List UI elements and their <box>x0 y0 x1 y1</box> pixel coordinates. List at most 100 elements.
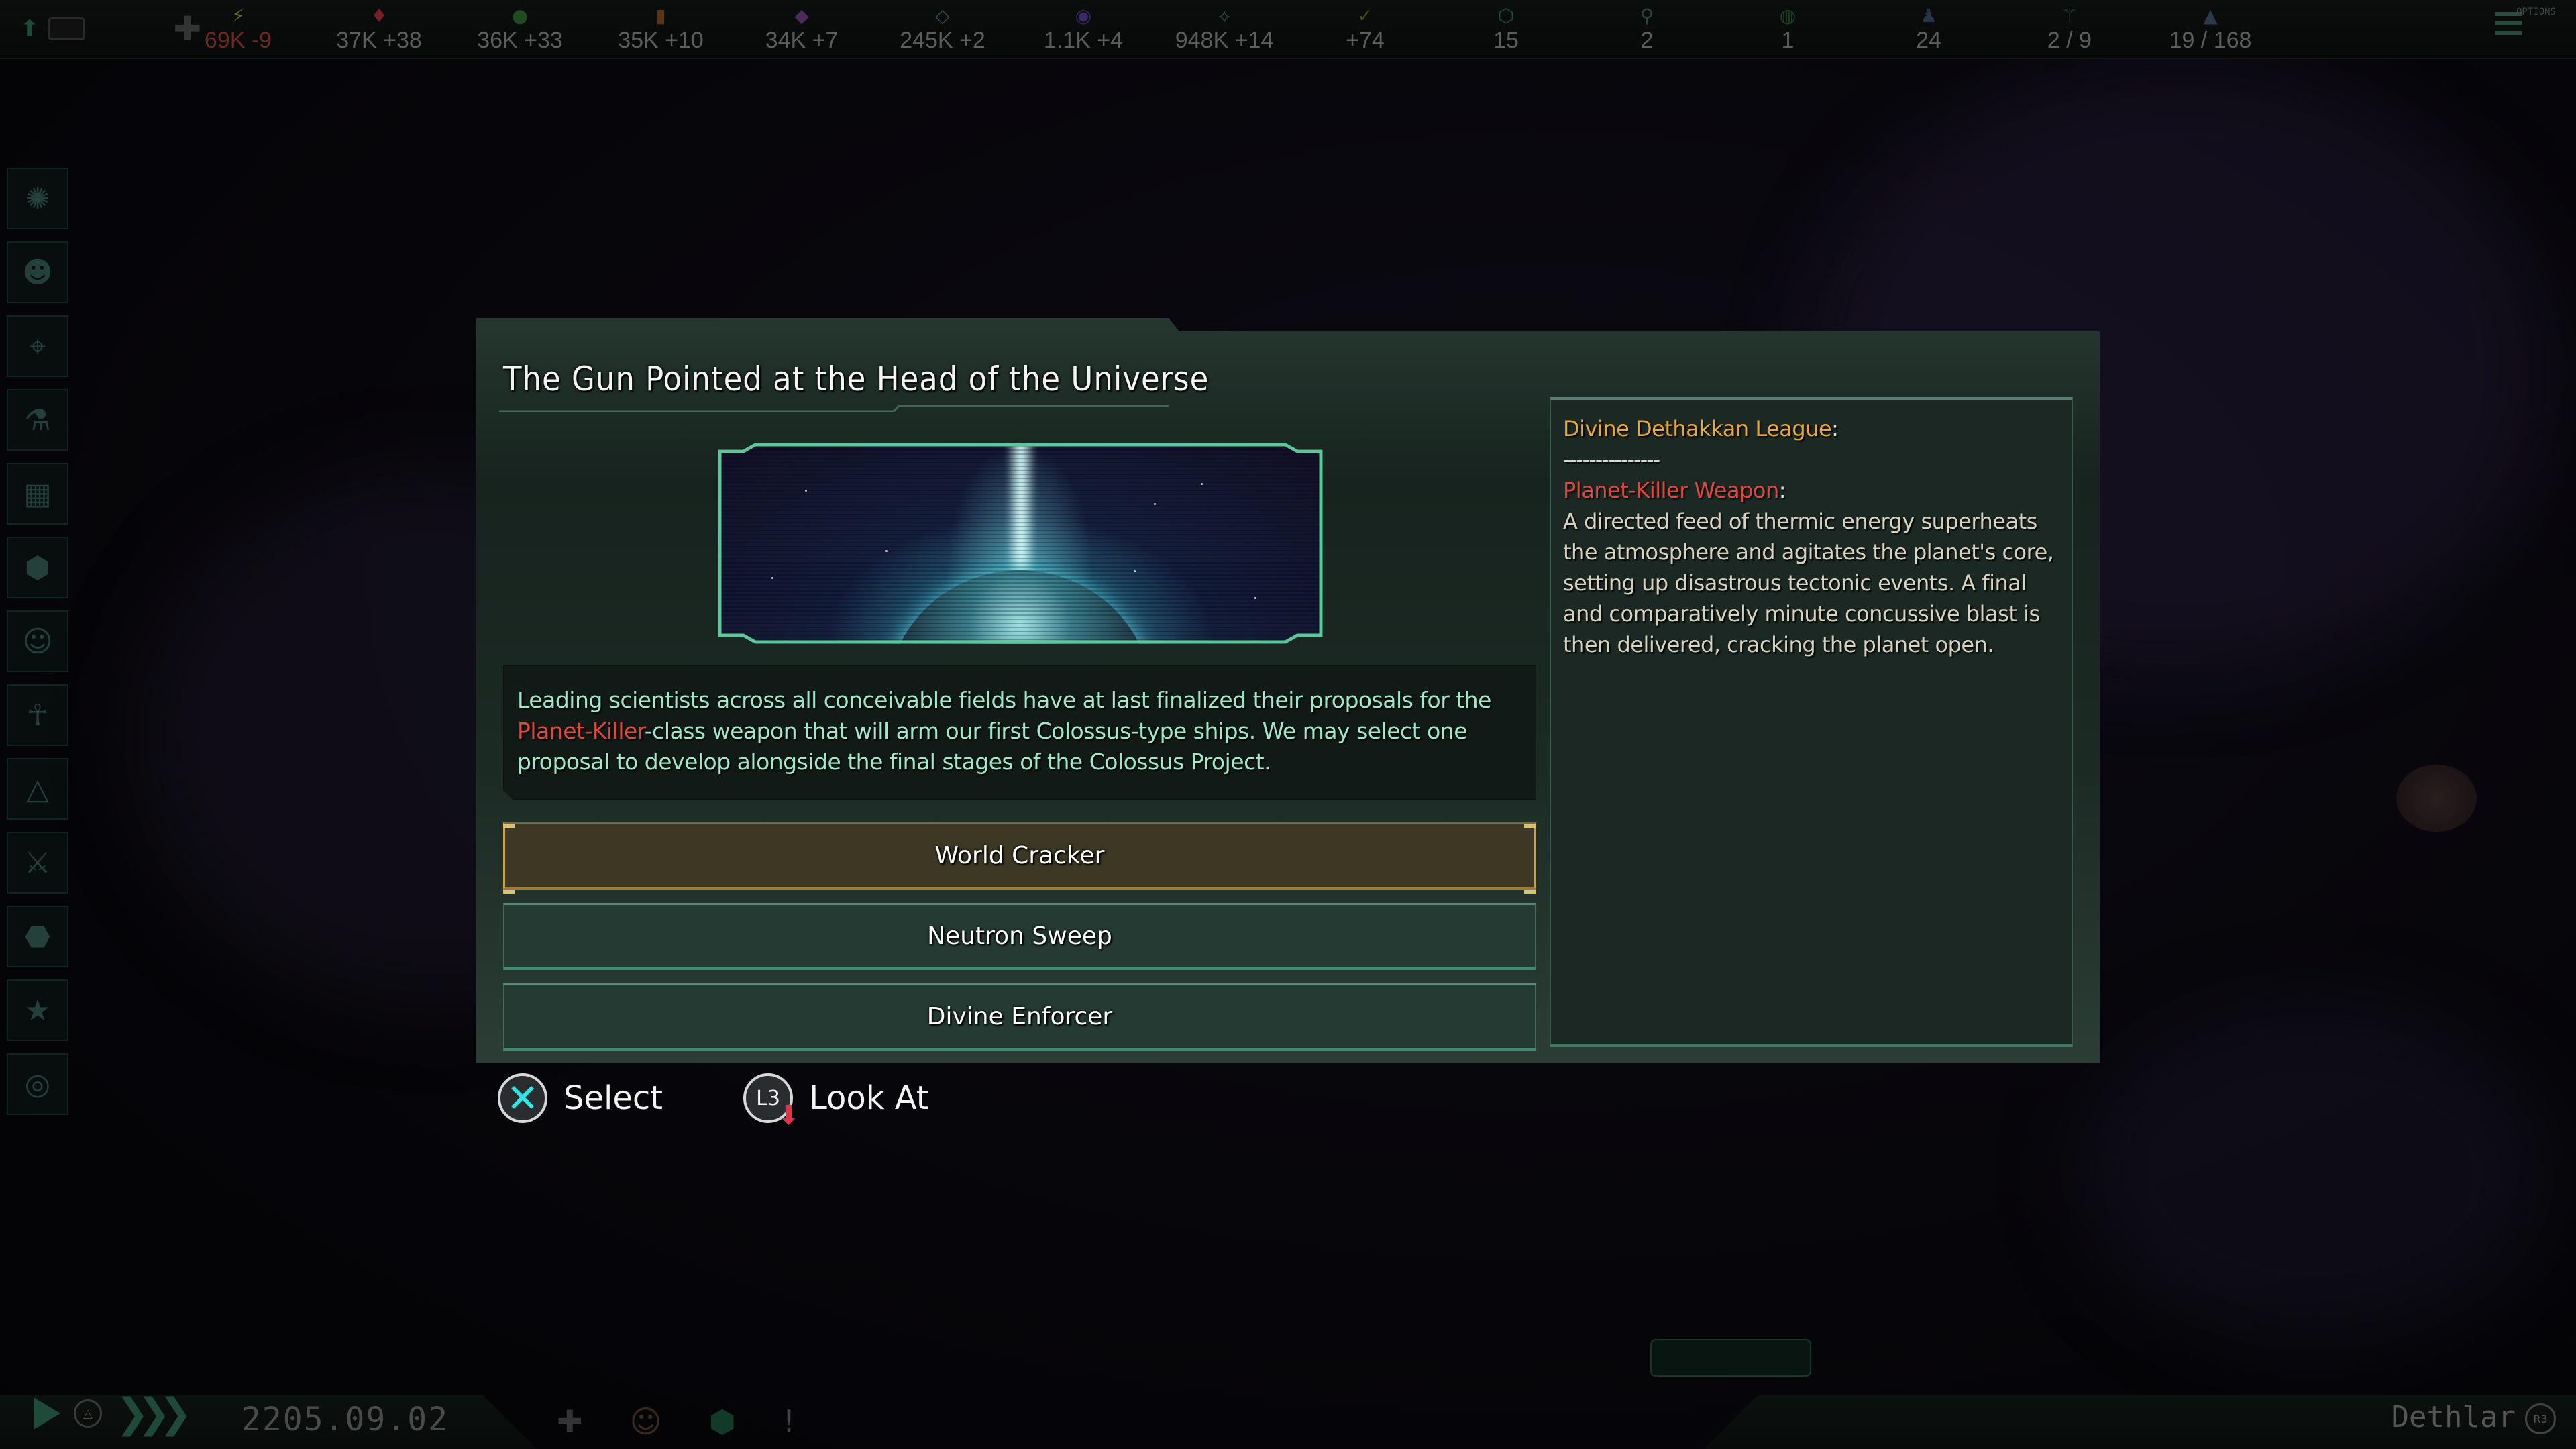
resource-stability[interactable]: ⚲ 2 <box>1576 0 1717 59</box>
pops-icon: ♟ <box>1920 4 1937 27</box>
resource-pops[interactable]: ♟ 24 <box>1858 0 1999 59</box>
empire-name[interactable]: Dethlar <box>2392 1400 2516 1434</box>
colon: : <box>1831 416 1839 441</box>
sidebar-item-leaders[interactable]: ☻ <box>7 241 68 303</box>
sidebar-item-government[interactable]: ✺ <box>7 168 68 229</box>
sidebar-item-planets[interactable]: ⌖ <box>7 315 68 377</box>
resource-energy[interactable]: ⚡ 69K -9 <box>168 0 309 59</box>
alert-icons: ✚ ☺ ⬢ ! <box>557 1403 795 1440</box>
description-text: Leading scientists across all conceivabl… <box>517 687 1491 713</box>
event-title: The Gun Pointed at the Head of the Unive… <box>503 360 1210 398</box>
resource-consumer-goods[interactable]: ▮ 35K +10 <box>590 0 731 59</box>
select-label: Select <box>564 1079 663 1117</box>
resource-amenities[interactable]: ⬡ 15 <box>1436 0 1576 59</box>
arrow-down-icon: ⬇ <box>777 1100 800 1131</box>
influence-value: 245K +2 <box>900 27 985 53</box>
technology-icon: ⚗ <box>24 402 51 437</box>
sidebar-item-traditions[interactable]: ★ <box>7 979 68 1041</box>
exclamation-alert-icon[interactable]: ! <box>783 1403 795 1440</box>
resource-starbases[interactable]: ⚚ 2 / 9 <box>1999 0 2140 59</box>
sidebar-item-sectors[interactable]: ⬣ <box>7 906 68 967</box>
sidebar-item-ship-designer[interactable]: ▦ <box>7 463 68 525</box>
energy-icon: ⚡ <box>231 4 245 27</box>
speed-chevrons-icon[interactable]: ❯❯❯ <box>115 1390 193 1437</box>
stability-icon: ⚲ <box>1640 4 1654 27</box>
option-label: Divine Enforcer <box>926 1003 1113 1030</box>
alloys-icon: ◆ <box>794 4 809 27</box>
select-hint[interactable]: ✕ Select <box>498 1073 663 1123</box>
amenities-value: 15 <box>1493 27 1519 53</box>
consumer-goods-icon: ▮ <box>655 4 666 27</box>
resource-influence[interactable]: ◇ 245K +2 <box>872 0 1013 59</box>
pops-value: 24 <box>1916 27 1941 53</box>
resource-minerals[interactable]: ♦ 37K +38 <box>309 0 449 59</box>
resource-alloys[interactable]: ◆ 34K +7 <box>731 0 872 59</box>
resource-food[interactable]: ● 36K +33 <box>449 0 590 59</box>
food-value: 36K +33 <box>477 27 563 53</box>
event-dialog: The Gun Pointed at the Head of the Unive… <box>476 318 2100 1063</box>
starbases-value: 2 / 9 <box>2047 27 2092 53</box>
options-button[interactable]: OPTIONS <box>2496 7 2556 54</box>
research-icon: ⟡ <box>1218 4 1231 27</box>
resource-fleet-capacity[interactable]: ▲ 19 / 168 <box>2140 0 2281 59</box>
energy-value: 69K -9 <box>204 27 272 53</box>
ship-designer-icon: ▦ <box>23 476 52 511</box>
option-neutron-sweep[interactable]: Neutron Sweep <box>503 903 1536 970</box>
faction-name[interactable]: Divine Dethakkan League <box>1563 416 1832 441</box>
separator: --------------- <box>1563 447 1660 472</box>
look-at-label: Look At <box>809 1079 929 1117</box>
top-resource-bar: ⬆ ✚ ⚡ 69K -9 ♦ 37K +38 ● 36K +33 ▮ 35K +10 ◆ 34K … <box>0 0 2576 59</box>
option-world-cracker[interactable]: World Cracker <box>503 822 1536 894</box>
planet-killer-link[interactable]: Planet-Killer <box>517 718 645 744</box>
resource-list: ⚡ 69K -9 ♦ 37K +38 ● 36K +33 ▮ 35K +10 ◆ 34K +7 ◇ 2… <box>168 0 2281 59</box>
distant-planet[interactable] <box>2396 765 2477 832</box>
situation-alert-icon[interactable]: ⬢ <box>709 1403 736 1440</box>
research-value: 948K +14 <box>1175 27 1274 53</box>
title-underline <box>499 405 1169 412</box>
species-icon: ☥ <box>26 698 49 733</box>
sidebar-item-policies[interactable]: ⬢ <box>7 537 68 598</box>
weapon-name[interactable]: Planet-Killer Weapon <box>1563 478 1779 503</box>
nebula-cloud <box>2080 1006 2549 1342</box>
starbases-icon: ⚚ <box>2061 4 2078 27</box>
fleet-capacity-value: 19 / 168 <box>2169 27 2252 53</box>
traditions-icon: ★ <box>24 993 51 1028</box>
left-sidebar: ✺ ☻ ⌖ ⚗ ▦ ⬢ ☺ ☥ △ ⚔ ⬣ ★ ◎ <box>7 168 68 1127</box>
options-label: OPTIONS <box>2516 7 2556 17</box>
play-icon[interactable] <box>34 1397 60 1430</box>
minerals-icon: ♦ <box>370 4 388 27</box>
look-at-hint[interactable]: L3 ⬇ Look At <box>743 1073 929 1131</box>
sidebar-item-species[interactable]: ☥ <box>7 684 68 746</box>
sidebar-item-factions[interactable]: ☺ <box>7 610 68 672</box>
message-icon[interactable] <box>47 17 85 40</box>
government-icon: ✺ <box>25 181 50 216</box>
resource-planets[interactable]: ◍ 1 <box>1717 0 1858 59</box>
weapon-description: A directed feed of thermic energy superh… <box>1563 508 2054 657</box>
l3-button-icon: L3 ⬇ <box>743 1073 800 1131</box>
fleet-indicator[interactable] <box>1650 1339 1811 1377</box>
trade-icon: ✓ <box>1357 4 1373 27</box>
factions-alert-icon[interactable]: ☺ <box>630 1403 662 1440</box>
description-text: -class weapon that will arm our first Co… <box>517 718 1468 775</box>
sidebar-item-technology[interactable]: ⚗ <box>7 389 68 451</box>
factions-icon: ☺ <box>22 624 53 659</box>
sidebar-item-galaxy-map[interactable]: ◎ <box>7 1053 68 1115</box>
empire-flag-icon[interactable]: ⬆ <box>20 15 40 42</box>
triangle-button-icon[interactable]: △ <box>74 1399 102 1428</box>
sidebar-item-fleets[interactable]: △ <box>7 758 68 820</box>
colon: : <box>1778 478 1786 503</box>
event-description: Leading scientists across all conceivabl… <box>517 685 1522 777</box>
unity-icon: ◉ <box>1075 4 1092 27</box>
sidebar-item-wars[interactable]: ⚔ <box>7 832 68 894</box>
resource-research[interactable]: ⟡ 948K +14 <box>1154 0 1295 59</box>
unity-value: 1.1K +4 <box>1043 27 1124 53</box>
option-divine-enforcer[interactable]: Divine Enforcer <box>503 983 1536 1051</box>
influence-icon: ◇ <box>935 4 950 27</box>
consumer-goods-value: 35K +10 <box>618 27 704 53</box>
fleet-capacity-icon: ▲ <box>2203 4 2218 27</box>
wars-icon: ⚔ <box>24 845 51 880</box>
trade-value: +74 <box>1346 27 1385 53</box>
leaders-icon: ☻ <box>22 255 53 290</box>
resource-unity[interactable]: ◉ 1.1K +4 <box>1013 0 1154 59</box>
resource-trade[interactable]: ✓ +74 <box>1295 0 1436 59</box>
